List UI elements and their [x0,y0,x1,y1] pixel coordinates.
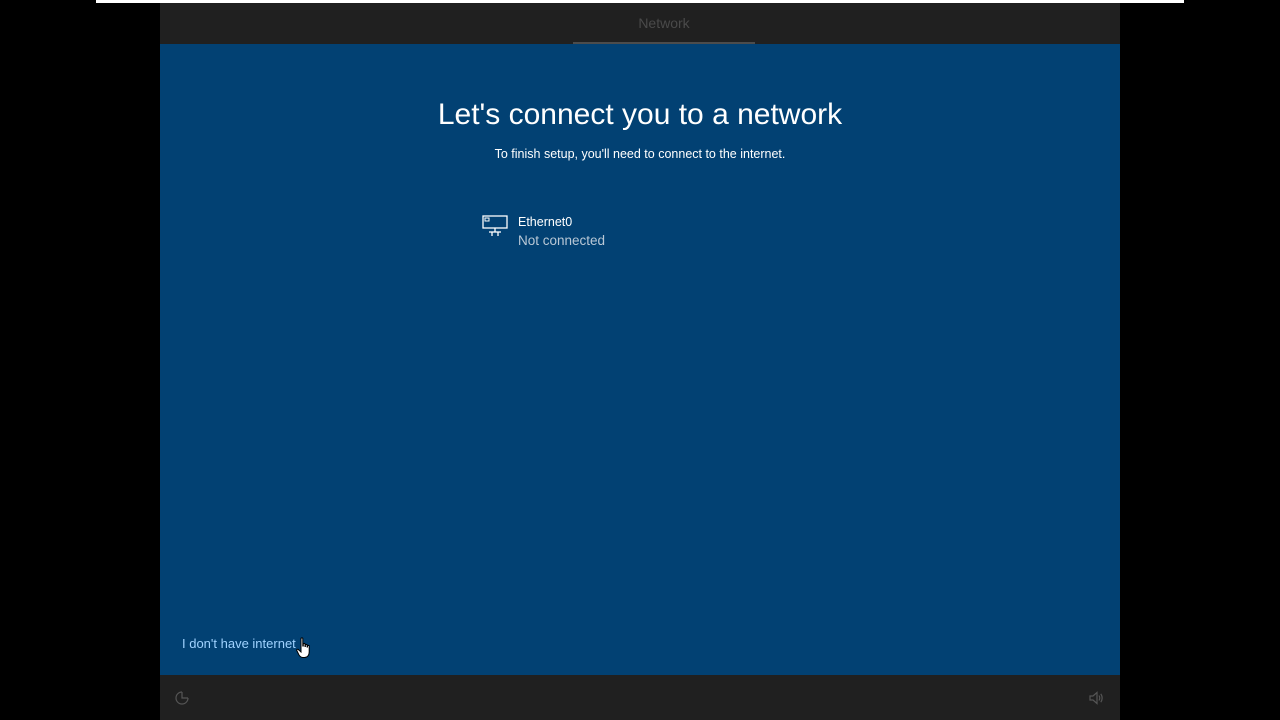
no-internet-link[interactable]: I don't have internet [182,636,296,651]
main-panel: Let's connect you to a network To finish… [160,44,1120,675]
volume-icon[interactable] [1088,690,1104,706]
network-item-ethernet0[interactable]: Ethernet0 Not connected [478,212,638,254]
top-bar: Network [160,3,1120,44]
page-title: Let's connect you to a network [437,98,843,131]
bottom-bar [160,675,1120,720]
network-name: Ethernet0 [518,215,573,229]
oobe-screen: Network Let's connect you to a network T… [160,3,1120,720]
step-tab-network: Network [573,3,755,44]
ethernet-icon [482,215,508,236]
step-label: Network [638,15,690,31]
ease-of-access-icon[interactable] [174,690,190,706]
hand-cursor-icon [296,637,310,658]
network-status: Not connected [518,233,606,248]
page-subtitle: To finish setup, you'll need to connect … [494,147,786,161]
